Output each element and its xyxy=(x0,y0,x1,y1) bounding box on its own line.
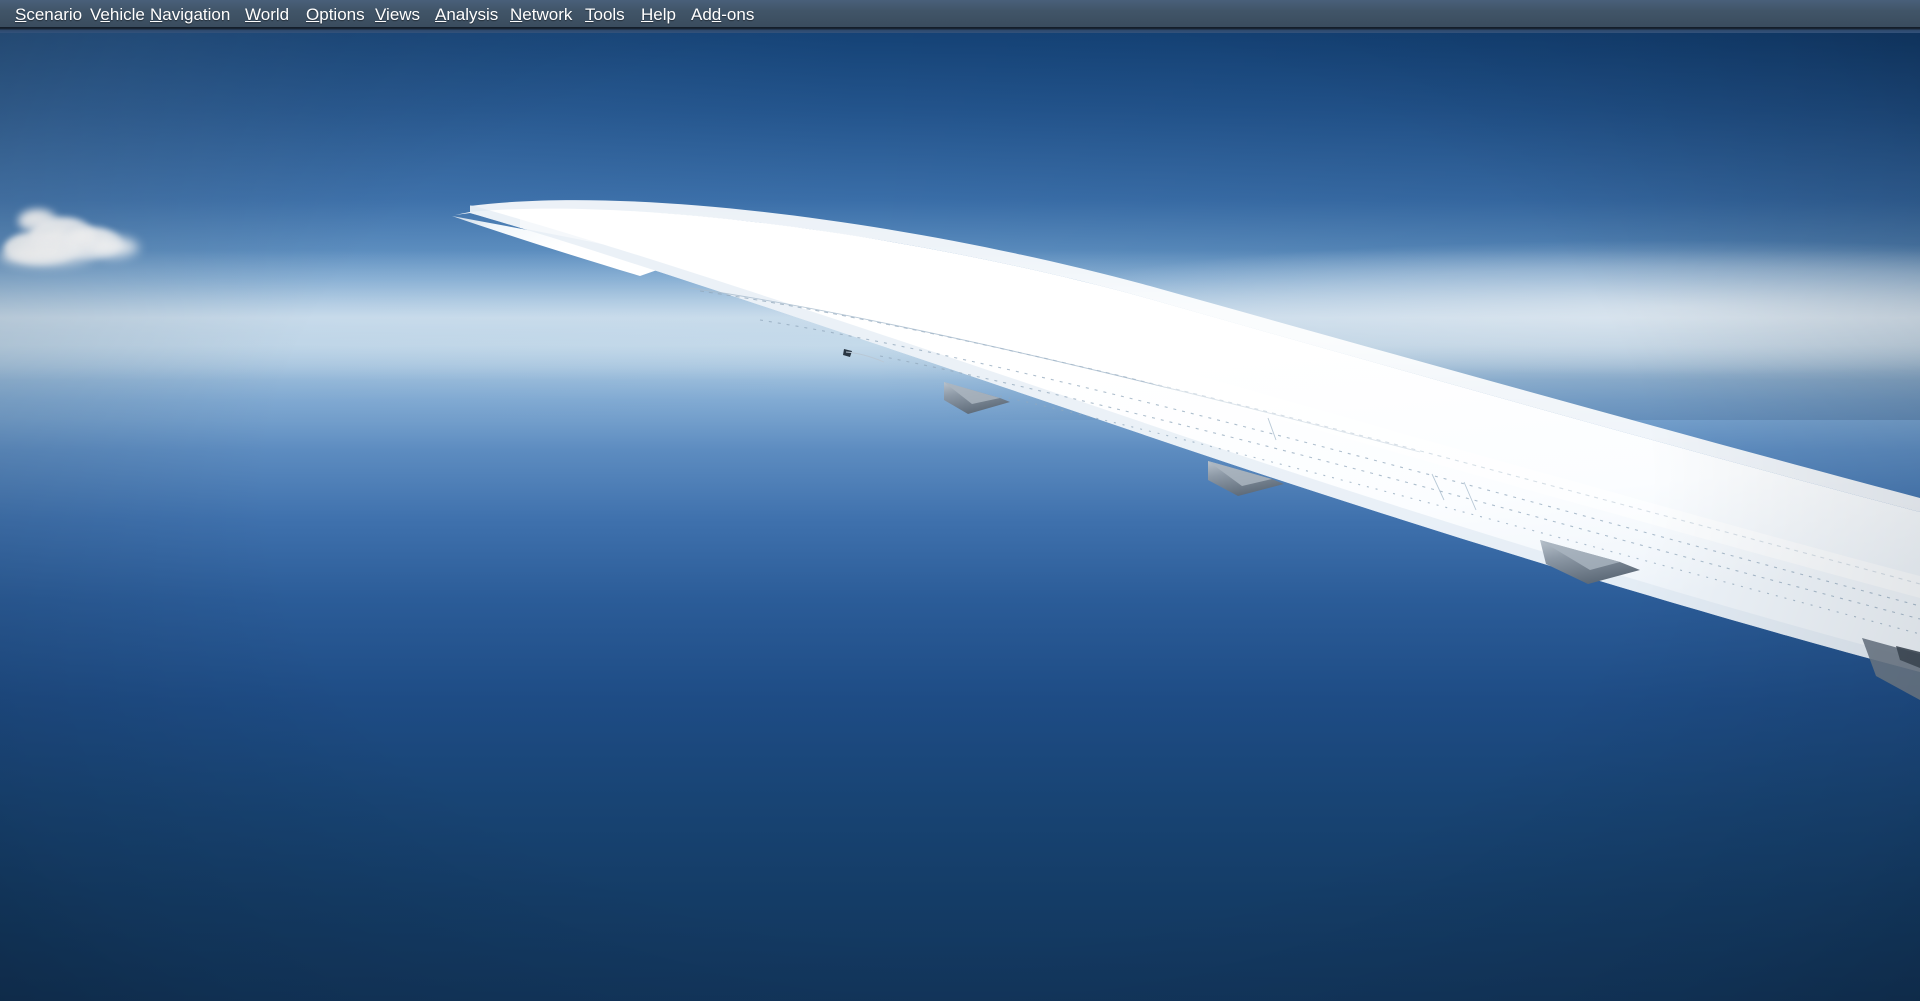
menu-item-world[interactable]: World xyxy=(241,4,293,25)
menu-mnemonic: H xyxy=(641,5,654,24)
menu-mnemonic: A xyxy=(435,5,447,24)
menu-item-help[interactable]: Help xyxy=(637,4,680,25)
menu-bar-accent-line xyxy=(0,27,1920,33)
menu-mnemonic: N xyxy=(150,5,163,24)
menu-item-navigation[interactable]: Navigation xyxy=(146,4,234,25)
menu-mnemonic: T xyxy=(585,5,594,24)
menu-mnemonic: e xyxy=(100,5,110,24)
menu-item-options[interactable]: Options xyxy=(302,4,369,25)
menu-item-add-ons[interactable]: Add-ons xyxy=(687,4,758,25)
menu-item-scenario[interactable]: Scenario xyxy=(11,4,86,25)
simulator-window: Scenario Vehicle Navigation World Options Vie… xyxy=(0,0,1920,1001)
menu-item-analysis[interactable]: Analysis xyxy=(431,4,502,25)
menu-mnemonic: W xyxy=(245,5,261,24)
main-menu-bar[interactable]: Scenario Vehicle Navigation World Options Vie… xyxy=(0,0,1920,27)
menu-item-network[interactable]: Network xyxy=(506,4,576,25)
menu-mnemonic: d xyxy=(711,5,722,24)
menu-item-views[interactable]: Views xyxy=(371,4,424,25)
menu-mnemonic: N xyxy=(510,5,523,24)
menu-mnemonic: V xyxy=(375,5,387,24)
menu-item-vehicle[interactable]: Vehicle xyxy=(86,4,149,25)
menu-mnemonic: O xyxy=(306,5,320,24)
menu-mnemonic: S xyxy=(15,5,27,24)
menu-item-tools[interactable]: Tools xyxy=(581,4,629,25)
sky-background xyxy=(0,0,1920,1001)
